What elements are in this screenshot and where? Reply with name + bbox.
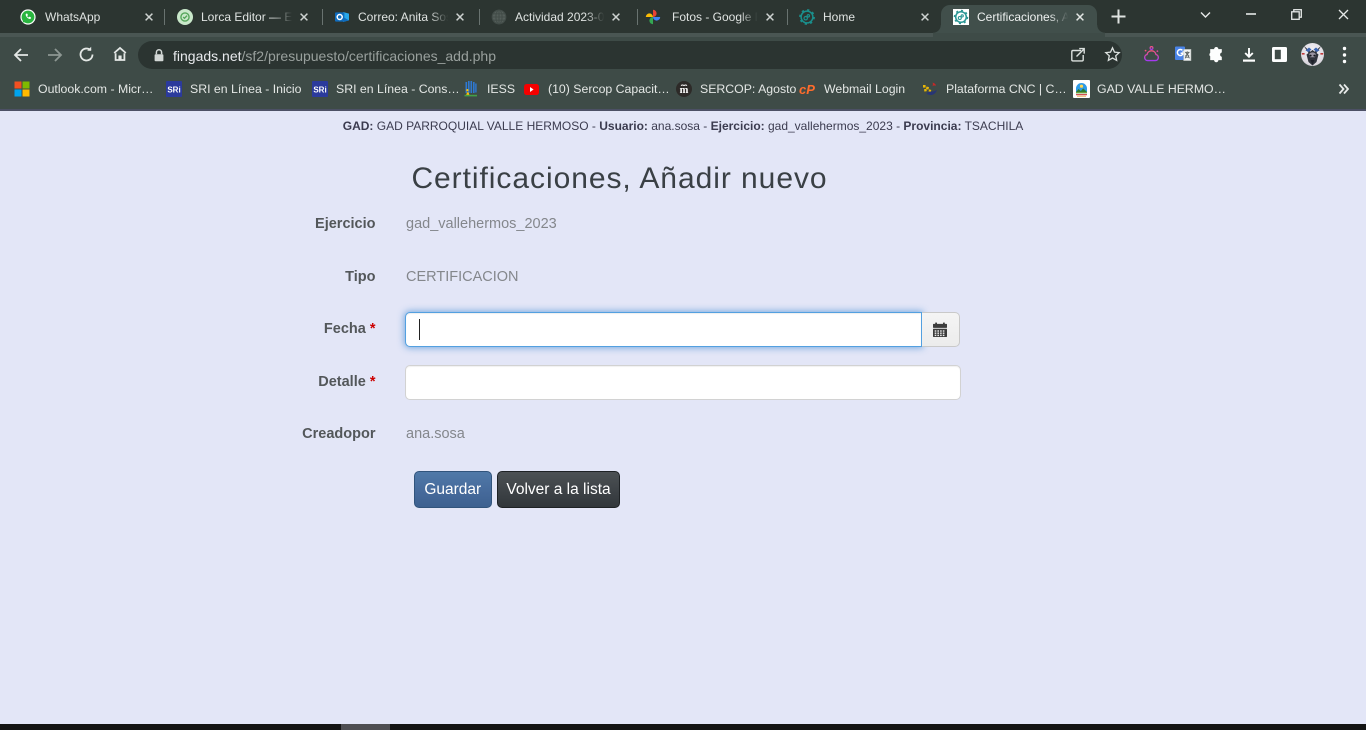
- svg-text:m: m: [680, 85, 689, 96]
- svg-text:SRi: SRi: [167, 86, 180, 95]
- svg-text:SRi: SRi: [313, 86, 326, 95]
- svg-text:cP: cP: [799, 82, 815, 97]
